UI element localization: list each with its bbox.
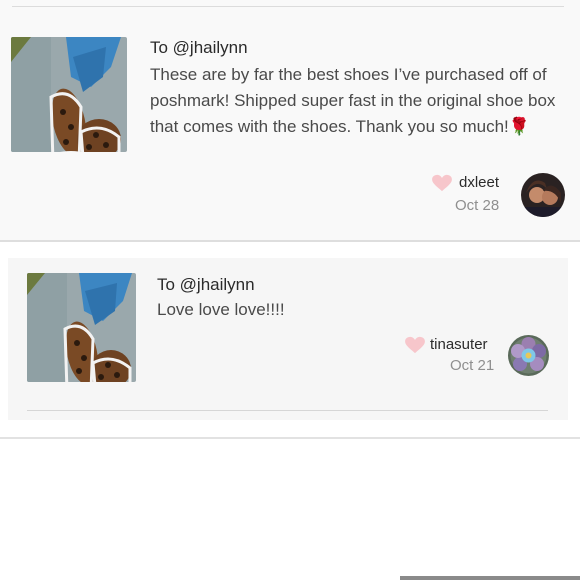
heart-icon[interactable]: [431, 174, 453, 192]
review-message: These are by far the best shoes I’ve pur…: [150, 65, 556, 136]
product-thumbnail[interactable]: [27, 273, 136, 382]
product-thumbnail[interactable]: [11, 37, 127, 152]
divider: [27, 410, 548, 411]
scrollbar[interactable]: [400, 576, 580, 580]
avatar[interactable]: [508, 335, 549, 376]
review-date: Oct 28: [455, 197, 500, 214]
review-date: Oct 21: [450, 357, 495, 374]
review-recipient[interactable]: To @jhailynn: [157, 275, 255, 295]
review-author[interactable]: tinasuter: [430, 336, 488, 353]
review-message: Love love love!!!!: [157, 300, 285, 319]
review-recipient[interactable]: To @jhailynn: [150, 38, 248, 58]
heart-icon[interactable]: [404, 336, 426, 354]
reviews-page: To @jhailynn These are by far the best s…: [0, 0, 580, 580]
review-author[interactable]: dxleet: [459, 174, 499, 191]
divider: [12, 6, 564, 7]
review-card-1: To @jhailynn These are by far the best s…: [0, 0, 580, 242]
avatar[interactable]: [521, 173, 565, 217]
divider: [0, 437, 580, 439]
